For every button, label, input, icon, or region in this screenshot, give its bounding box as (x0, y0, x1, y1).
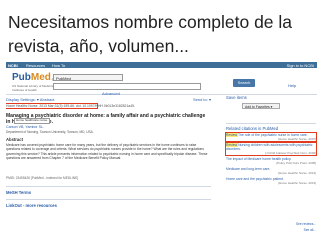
related-citations-title[interactable]: Related citations in PubMed (226, 126, 278, 131)
pmid-line: PMID: 23455426 [PubMed - indexed for MED… (6, 176, 79, 180)
pubmed-logo[interactable]: PubMed.gov (12, 72, 58, 85)
related-citation-title: Nursing children with adolescents with p… (226, 143, 313, 151)
send-to-dropdown[interactable]: Send to: ▾ (193, 97, 211, 102)
related-citation-title: Medicare and long-term care. (226, 167, 271, 171)
add-to-favorites-button[interactable]: Add to Favorites ▾ (242, 103, 280, 109)
related-citation-item[interactable]: The impact of Medicare home health polic… (226, 157, 316, 165)
related-citation-journal: [Home Healthc Nurse. 2012] (278, 171, 316, 175)
see-all-link[interactable]: See all... (304, 228, 316, 232)
abstract-text: Medicare has covered psychiatric home ca… (6, 143, 208, 160)
resources-menu[interactable]: Resources (26, 63, 45, 68)
search-button[interactable]: Search (233, 79, 255, 87)
related-citation-item[interactable]: Medicare and long-term care. [Home Health… (226, 167, 316, 175)
related-citation-journal: [Home Healthc Nurse. 2007] (278, 137, 316, 141)
journal-tooltip: Home healthcare nurse. (14, 118, 51, 124)
save-items-heading: Save items (226, 95, 247, 100)
database-select[interactable]: PubMed (53, 74, 123, 81)
related-citation-title: Home care and the psychiatric patient. (226, 177, 284, 181)
ncbi-logo[interactable]: NCBI (8, 63, 18, 68)
author-affiliation: Department of Nursing, Towson University… (6, 130, 94, 134)
help-link[interactable]: Help (288, 83, 296, 88)
pubmed-screenshot: NCBI Resources How To Sign in to NCBI Pu… (6, 62, 317, 238)
display-settings-dropdown[interactable]: Display Settings: ▾ Abstract (6, 97, 54, 102)
sign-in-link[interactable]: Sign in to NCBI (287, 63, 314, 68)
search-input[interactable] (53, 83, 201, 90)
slide-title: Necesitamos nombre completo de la revist… (8, 12, 293, 56)
right-sidebar: Save items Add to Favorites ▾ Related ci… (225, 95, 317, 238)
mesh-terms-section[interactable]: MeSH Terms (6, 186, 211, 199)
related-citation-journal: [Policy Polit Nurs Pract. 2005] (276, 161, 316, 165)
related-citation-item[interactable]: Review The role of the psychiatric nurse… (225, 132, 317, 142)
see-reviews-link[interactable]: See reviews... (296, 222, 316, 226)
related-citation-journal: [J Child Adolesc Psychiatr Nurs. 2000] (265, 151, 316, 155)
citation-highlight-box (6, 103, 98, 109)
pubmed-header: PubMed.gov US National Library of Medici… (6, 68, 317, 96)
article-abstract: Home Healthc Nurse. 2013 Mar;31(3):159-6… (6, 103, 211, 184)
abstract-heading: Abstract (6, 137, 23, 142)
related-citations-list: Review The role of the psychiatric nurse… (225, 132, 317, 187)
related-citation-item[interactable]: Home care and the psychiatric patient. [H… (226, 177, 316, 185)
related-citation-journal: [Home Healthc Nurse. 2013] (278, 181, 316, 185)
authors-list[interactable]: Carson VB, Yambor SL. (6, 125, 44, 129)
related-citations-box: Related citations in PubMed Review The r… (225, 123, 317, 238)
display-bar: Display Settings: ▾ Abstract Send to: ▾ (6, 95, 211, 103)
how-to-menu[interactable]: How To (52, 63, 65, 68)
related-citation-item[interactable]: Review Nursing children with adolescents… (225, 142, 317, 156)
linkout-section[interactable]: LinkOut - more resources (6, 199, 211, 212)
review-highlight: Review (226, 133, 238, 137)
